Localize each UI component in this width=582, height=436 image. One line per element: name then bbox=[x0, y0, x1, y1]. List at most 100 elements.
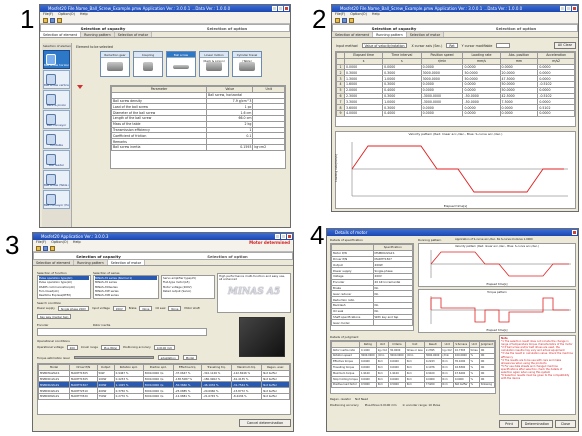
menu-file[interactable]: File(F) bbox=[335, 12, 345, 17]
table-row[interactable]: MSMD082G1S MADHT3520 750W 0.2770 % 3000.0000… bbox=[37, 393, 290, 400]
input-voltage-select[interactable]: 200V bbox=[112, 306, 126, 311]
new-file-icon[interactable] bbox=[335, 17, 340, 23]
oil-seal-select[interactable]: None bbox=[168, 306, 182, 311]
close-button[interactable]: Close bbox=[555, 420, 576, 428]
tab-selection-motor[interactable]: Selection of motor bbox=[406, 32, 445, 37]
new-file-icon[interactable] bbox=[43, 17, 48, 23]
motor-shaft-select[interactable]: Key way (Center tap) bbox=[37, 314, 72, 319]
save-icon[interactable] bbox=[43, 245, 48, 251]
new-file-icon[interactable] bbox=[36, 245, 41, 251]
table-row[interactable]: 9 4.0000 0.4000 0.0000 0.0000 0.0000 0.0000 bbox=[336, 109, 575, 117]
close-icon[interactable] bbox=[572, 6, 577, 11]
type-list[interactable]: Servo amplifier type(A5) Flat-type motor… bbox=[161, 275, 215, 299]
save-icon[interactable] bbox=[50, 17, 55, 23]
print-button[interactable]: Print bbox=[499, 420, 519, 428]
velocity-pattern-chart: Velocity pattern (Red: linear acc./dec.,… bbox=[418, 243, 576, 287]
tab-selection-element[interactable]: Selection of element bbox=[33, 260, 75, 265]
tab-running-pattern[interactable]: Running pattern bbox=[74, 260, 108, 265]
card-reduction-gear[interactable]: Reduction gear bbox=[100, 51, 130, 77]
function-list[interactable]: Pulse operation type(AC) Pulse operation… bbox=[37, 275, 91, 299]
tab-running-pattern[interactable]: Running pattern bbox=[81, 32, 115, 37]
search-title: Search condition bbox=[37, 301, 62, 305]
sidebar-item-belt-conveyor[interactable]: Belt conveyor bbox=[43, 110, 70, 129]
cancel-determination-button[interactable]: Cancel determination bbox=[239, 419, 291, 427]
inrush-field[interactable]: Plus 80(s) bbox=[100, 345, 121, 350]
sidebar-item-ball-screw-table[interactable]: Ball screw (Table vertical) bbox=[43, 170, 70, 189]
menu-help[interactable]: Help bbox=[73, 240, 81, 245]
y-axis-label: Loading rate[mm/s] bbox=[333, 154, 338, 182]
sidebar-item-ball-screw-horizontal[interactable]: Ball screw horizontal bbox=[43, 50, 70, 69]
list-item[interactable]: Rated output (Servo) bbox=[163, 289, 213, 293]
y-cursor-field[interactable] bbox=[496, 43, 511, 48]
maximize-icon[interactable] bbox=[281, 234, 286, 239]
tab-selection-element[interactable]: Selection of element bbox=[332, 32, 374, 37]
brand-description: High performance multi-function and easy… bbox=[219, 274, 286, 282]
open-folder-icon[interactable] bbox=[349, 17, 354, 23]
filter-input-voltage-label: Input voltage bbox=[91, 306, 110, 310]
model-button[interactable]: Model bbox=[182, 355, 198, 360]
ball-screw-image bbox=[173, 65, 189, 69]
sidebar-item-rack-pinion[interactable]: Rack & pinion bbox=[43, 90, 70, 109]
brake-select[interactable]: None bbox=[139, 306, 153, 311]
sidebar-item-roll-feeder[interactable]: Roll feeder bbox=[43, 150, 70, 169]
menu-help[interactable]: Help bbox=[372, 12, 380, 17]
header-capacity[interactable]: Selection of capacity bbox=[41, 26, 165, 31]
filter-motor-shaft-label: Motor shaft bbox=[184, 306, 200, 310]
tab-strip: Selection of element Running pattern Sel… bbox=[40, 32, 290, 38]
sidebar-item-belt-horizontal[interactable]: Belt conveyor (Horizontal) bbox=[43, 190, 70, 209]
positioning-field[interactable]: 0.0100 mm bbox=[153, 345, 176, 350]
torque-x-label: Elapsed time[s] bbox=[486, 328, 508, 332]
minimize-icon[interactable] bbox=[275, 234, 280, 239]
header-capacity[interactable]: Selection of capacity bbox=[34, 254, 163, 259]
minimize-icon[interactable] bbox=[272, 6, 277, 11]
card-linear-motion[interactable]: Linear motion (Rack & pinion) bbox=[199, 51, 229, 77]
header-option[interactable]: Selection of option bbox=[165, 26, 289, 31]
pos-acc-value: Plus-Minus 0.0100 mm bbox=[364, 403, 397, 407]
tab-running-pattern[interactable]: Running pattern bbox=[373, 32, 407, 37]
card-cylinder-travel[interactable]: Cylinder travel (Table) bbox=[232, 51, 262, 77]
torque-level-slider[interactable] bbox=[73, 356, 154, 359]
input-method-select[interactable]: Value of velocity/rotation bbox=[361, 43, 408, 48]
menu-option[interactable]: Option(O) bbox=[58, 12, 75, 17]
menu-option[interactable]: Option(O) bbox=[350, 12, 367, 17]
save-icon[interactable] bbox=[342, 17, 347, 23]
menu-bar: File(F) Option(O) Help Motor determined bbox=[33, 240, 293, 245]
regen-row: Regen. resistor Not Need bbox=[330, 397, 369, 401]
power-supply-select[interactable]: Single phase 200V bbox=[57, 306, 89, 311]
open-folder-icon[interactable] bbox=[50, 245, 55, 251]
list-item[interactable]: Realtime Express(RTEX) bbox=[39, 293, 89, 297]
tab-selection-motor[interactable]: Selection of motor bbox=[107, 260, 146, 265]
series-list[interactable]: MINAS A5 series (Normal 1) MINAS A5 seri… bbox=[93, 275, 159, 299]
op-voltage-field[interactable]: 200 bbox=[66, 345, 78, 350]
sidebar-item-turntable[interactable]: Turntable bbox=[43, 130, 70, 149]
adaptation-select[interactable]: adaptation bbox=[157, 355, 179, 360]
menu-option[interactable]: Option(O) bbox=[51, 240, 68, 245]
sidebar-item-ball-screw-vertical[interactable]: Ball screw vertical bbox=[43, 70, 70, 89]
open-folder-icon[interactable] bbox=[57, 17, 62, 23]
card-ball-screw-horizontal[interactable]: Ball screw horizontal bbox=[166, 51, 196, 77]
card-coupling[interactable]: Coupling bbox=[133, 51, 163, 77]
minimize-icon[interactable] bbox=[560, 6, 565, 11]
menu-file[interactable]: File(F) bbox=[43, 12, 53, 17]
menu-file[interactable]: File(F) bbox=[36, 240, 46, 245]
header-option[interactable]: Selection of option bbox=[455, 26, 577, 31]
maximize-icon[interactable] bbox=[566, 6, 571, 11]
list-item[interactable]: MINAS A5B series bbox=[95, 293, 157, 297]
header-capacity[interactable]: Selection of capacity bbox=[333, 26, 455, 31]
all-clear-button[interactable]: All Clear bbox=[554, 42, 576, 49]
encoder-options[interactable] bbox=[37, 328, 207, 336]
filter-power-supply-label: Power supply bbox=[37, 306, 55, 310]
tab-selection-element[interactable]: Selection of element bbox=[40, 32, 82, 37]
cylinder-image bbox=[239, 62, 255, 71]
sidebar-title: Selection of element bbox=[43, 44, 71, 48]
close-icon[interactable] bbox=[287, 234, 292, 239]
tab-selection-motor[interactable]: Selection of motor bbox=[114, 32, 153, 37]
close-icon[interactable] bbox=[284, 6, 289, 11]
maximize-icon[interactable] bbox=[278, 6, 283, 11]
menu-help[interactable]: Help bbox=[80, 12, 88, 17]
cursor-select[interactable]: Ret bbox=[446, 43, 458, 48]
determination-button[interactable]: Determination bbox=[521, 420, 553, 428]
close-icon[interactable] bbox=[572, 230, 577, 235]
table-row: Ball screw inertia 0.1593 kg·cm2 bbox=[110, 143, 285, 151]
header-option[interactable]: Selection of option bbox=[163, 254, 292, 259]
